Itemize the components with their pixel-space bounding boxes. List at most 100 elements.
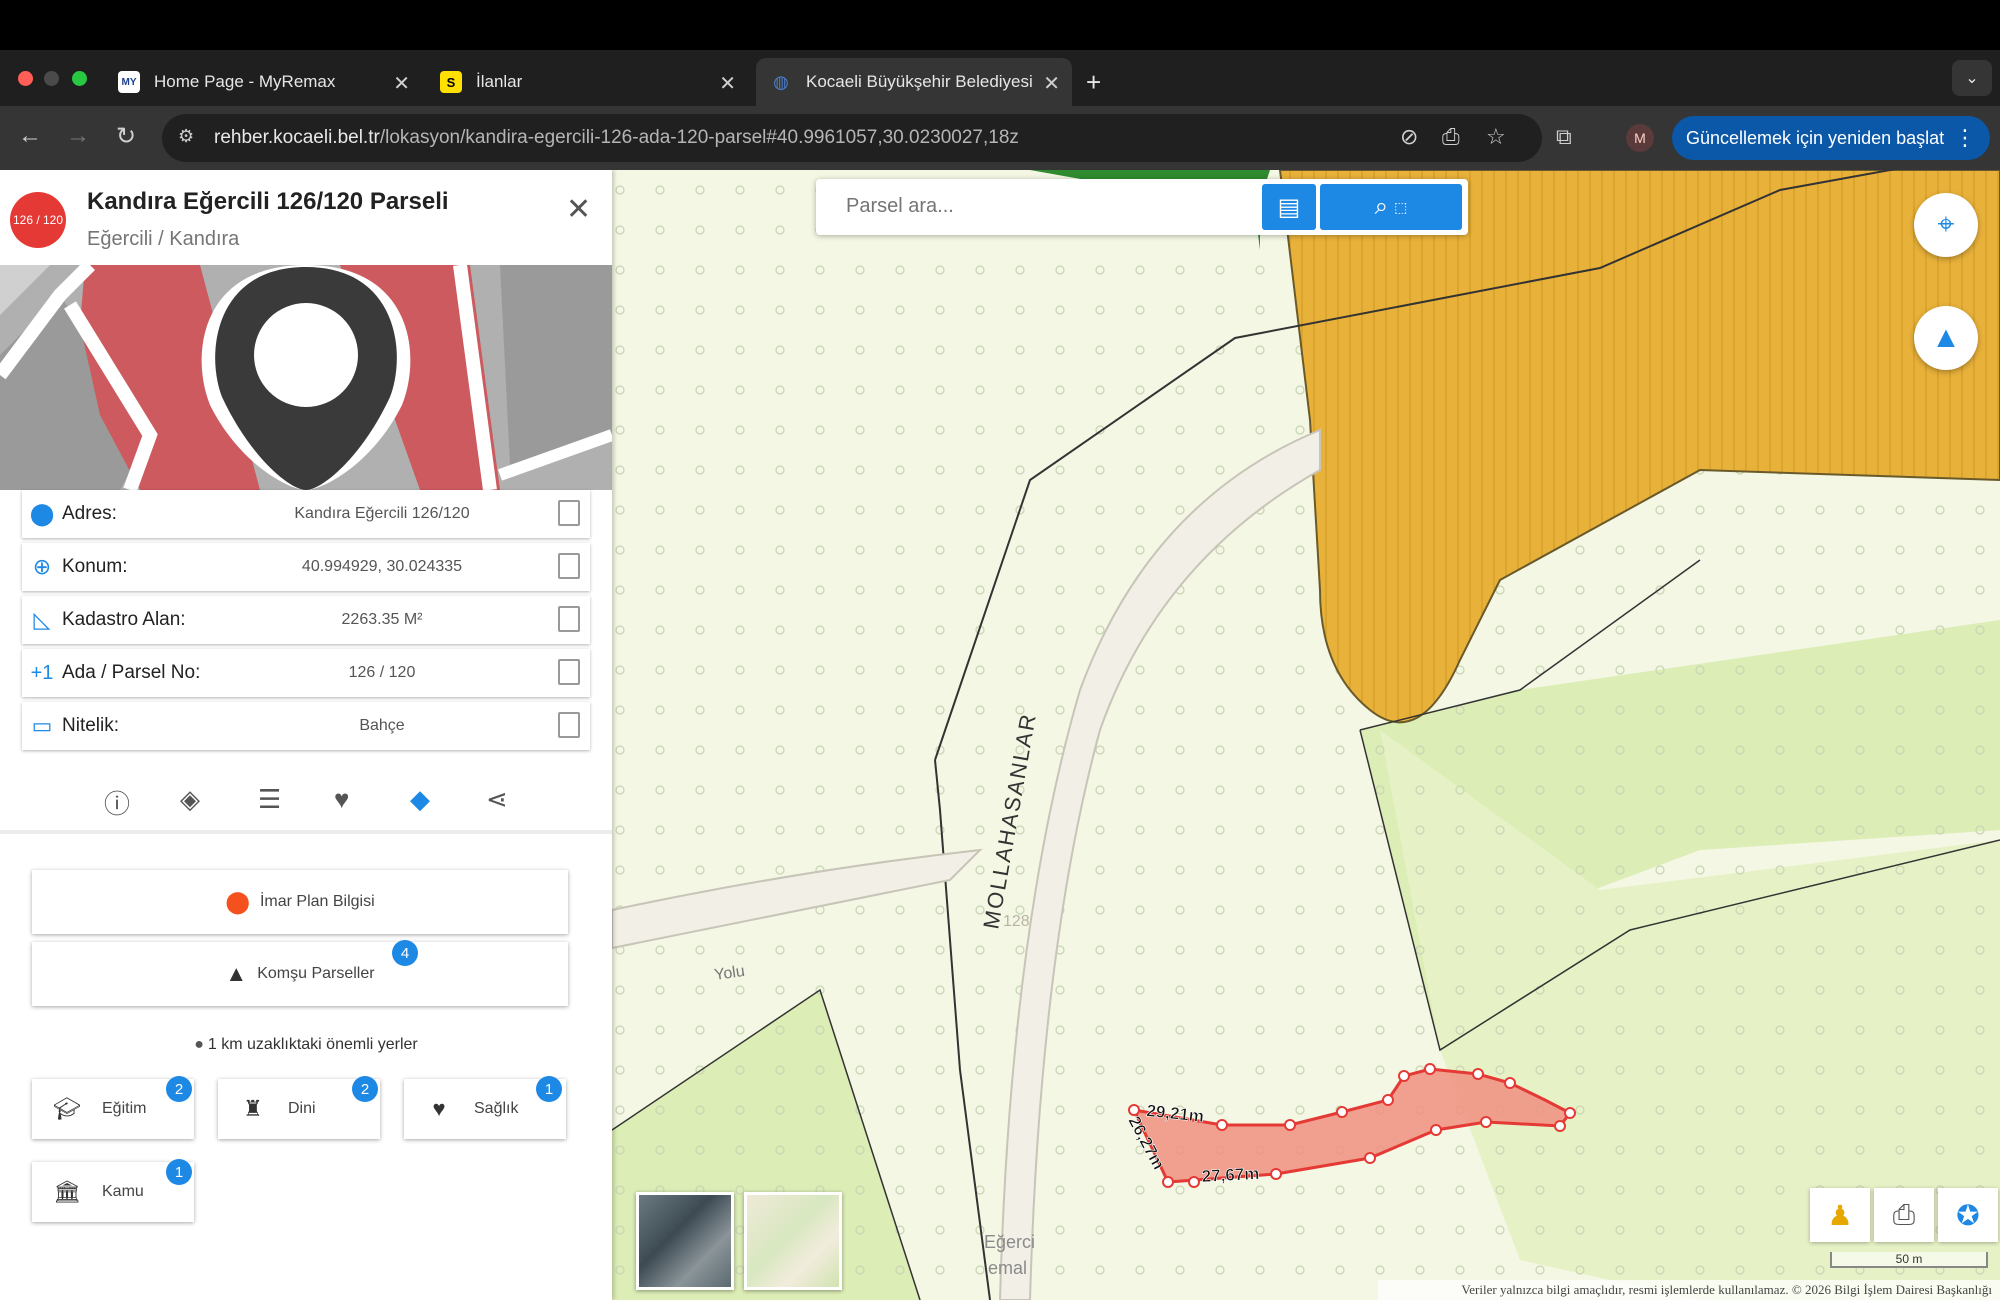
sahibinden-favicon-icon: S <box>440 71 462 93</box>
copy-icon[interactable] <box>558 606 580 632</box>
street-view-button[interactable]: ♟ <box>1810 1188 1870 1242</box>
neighbor-parcels-button[interactable]: ▲ Komşu Parseller <box>32 942 568 1006</box>
health-label: Sağlık <box>474 1100 519 1117</box>
globe-favicon-icon: ◍ <box>773 71 789 92</box>
religious-label: Dini <box>288 1100 316 1117</box>
parcel-info-panel: 126 / 120 Kandıra Eğercili 126/120 Parse… <box>0 170 612 1300</box>
print-button[interactable]: ⎙ <box>1874 1188 1934 1242</box>
favorite-heart-icon[interactable]: ♥ <box>334 784 349 815</box>
copy-icon[interactable] <box>558 553 580 579</box>
graduation-cap-icon: 🎓︎ <box>53 1096 81 1121</box>
nearby-title-text: 1 km uzaklıktaki önemli yerler <box>207 1036 418 1053</box>
location-pin-icon: ⬤ <box>29 501 55 526</box>
tab-ilanlar[interactable]: S İlanlar ✕ <box>428 58 748 106</box>
tab-close-icon[interactable]: ✕ <box>719 71 736 96</box>
install-app-icon[interactable]: ⎙ <box>1442 124 1460 150</box>
municipality-logo-button[interactable]: ✪ <box>1938 1188 1998 1242</box>
crosshair-icon: ⊕ <box>32 554 52 579</box>
religious-count-badge: 2 <box>352 1076 378 1102</box>
street-layer-thumbnail[interactable] <box>744 1192 842 1290</box>
scale-bar: 50 m <box>1830 1252 1988 1268</box>
share-icon[interactable]: ⋖ <box>486 784 508 815</box>
copy-icon[interactable] <box>558 659 580 685</box>
dimension-label-3: 27,67m <box>1201 1164 1260 1186</box>
parcel-no-label: Ada / Parsel No: <box>62 662 201 683</box>
copy-icon[interactable] <box>558 500 580 526</box>
parcel-no-value: 126 / 120 <box>348 664 416 681</box>
tab-search-button[interactable]: ⌄ <box>1952 60 1992 96</box>
tag-icon: ▭ <box>31 713 53 738</box>
parcel-title: Kandıra Eğercili 126/120 Parseli <box>87 188 449 215</box>
window-minimize-button[interactable] <box>44 71 59 86</box>
info-row-parcel-no: +1 Ada / Parsel No: 126 / 120 <box>22 649 590 697</box>
myremax-favicon-icon: MY <box>118 71 140 93</box>
url-host: rehber.kocaeli.bel.tr <box>214 127 380 148</box>
location-label: Konum: <box>62 556 128 577</box>
screen-top-bar <box>0 0 2000 50</box>
tracking-off-icon[interactable]: ⊘ <box>1400 124 1418 150</box>
orange-pin-icon: ⬤ <box>225 889 250 914</box>
info-row-area: ◺ Kadastro Alan: 2263.35 M² <box>22 596 590 644</box>
building-icon: 🏛︎ <box>53 1179 81 1204</box>
window-close-button[interactable] <box>18 71 33 86</box>
panel-divider <box>0 830 612 834</box>
search-button[interactable]: ⌕ ⬚ <box>1320 184 1462 230</box>
parcel-subtitle: Eğercili / Kandıra <box>87 228 240 250</box>
education-label: Eğitim <box>102 1100 147 1117</box>
tab-kocaeli[interactable]: ◍ Kocaeli Büyükşehir Belediyesi ✕ <box>756 58 1072 106</box>
tab-title: Home Page - MyRemax <box>154 72 336 91</box>
municipality-logo-icon: ✪ <box>1956 1199 1980 1231</box>
close-panel-icon[interactable]: ✕ <box>566 192 591 227</box>
tab-close-icon[interactable]: ✕ <box>393 71 410 96</box>
profile-avatar[interactable]: M <box>1626 124 1654 152</box>
nearby-places-title: ● 1 km uzaklıktaki önemli yerler <box>0 1036 612 1054</box>
window-maximize-button[interactable] <box>72 71 87 86</box>
address-bar[interactable]: ⚙ rehber.kocaeli.bel.tr/lokasyon/kandira… <box>162 114 1542 162</box>
printer-icon: ⎙ <box>1892 1198 1916 1230</box>
panel-actions: ⓘ ◈ ☰ ♥ ◆ ⋖ <box>0 770 612 830</box>
parcel-search-input[interactable] <box>846 195 1246 218</box>
search-icon: ⌕ <box>1374 193 1389 220</box>
update-restart-button[interactable]: Güncellemek için yeniden başlat ⋮ <box>1672 116 1990 160</box>
mosque-icon: ♜ <box>243 1096 263 1121</box>
more-menu-icon[interactable]: ⋮ <box>1954 125 1976 151</box>
url-path: /lokasyon/kandira-egercili-126-ada-120-p… <box>379 127 1019 148</box>
place-label-1: Eğerci <box>984 1232 1035 1252</box>
area-icon: ◺ <box>33 607 51 632</box>
location-value: 40.994929, 30.024335 <box>301 558 463 575</box>
info-row-address: ⬤ Adres: Kandıra Eğercili 126/120 <box>22 490 590 538</box>
details-list-icon[interactable]: ☰ <box>258 784 281 815</box>
tab-myremax[interactable]: MY Home Page - MyRemax ✕ <box>104 58 422 106</box>
back-arrow-icon[interactable]: ← <box>18 122 42 150</box>
quality-value: Bahçe <box>359 717 405 734</box>
plus-one-icon: +1 <box>30 661 54 684</box>
map-disclaimer: Veriler yalnızca bilgi amaçlıdır, resmi … <box>1378 1280 2000 1300</box>
extensions-icon[interactable]: ⧉ <box>1556 124 1572 150</box>
parcel-search-bar: ▤ ⌕⬚ <box>816 179 1468 235</box>
compass-button[interactable]: ▲ <box>1914 306 1978 370</box>
search-list-button[interactable]: ▤ <box>1262 184 1316 230</box>
info-row-quality: ▭ Nitelik: Bahçe <box>22 702 590 750</box>
public-count-badge: 1 <box>166 1159 192 1185</box>
my-location-button[interactable]: ⌖ <box>1914 193 1978 257</box>
imar-plan-label: İmar Plan Bilgisi <box>259 893 375 910</box>
new-tab-button[interactable]: + <box>1086 58 1106 106</box>
tab-title: Kocaeli Büyükşehir Belediyesi <box>806 72 1033 91</box>
forward-arrow-icon[interactable]: → <box>66 122 90 150</box>
parcel-number-label: 128 <box>1003 913 1030 930</box>
address-label: Adres: <box>62 503 117 524</box>
tab-close-icon[interactable]: ✕ <box>1043 71 1060 96</box>
satellite-layer-thumbnail[interactable] <box>636 1192 734 1290</box>
directions-icon[interactable]: ◈ <box>180 784 200 815</box>
copy-icon[interactable] <box>558 712 580 738</box>
bookmark-star-icon[interactable]: ☆ <box>1486 124 1506 150</box>
layers-icon[interactable]: ◆ <box>410 784 430 815</box>
imar-plan-button[interactable]: ⬤ İmar Plan Bilgisi <box>32 870 568 934</box>
reload-icon[interactable]: ↻ <box>116 122 136 151</box>
neighbor-parcels-label: Komşu Parseller <box>257 965 375 982</box>
panel-header: 126 / 120 Kandıra Eğercili 126/120 Parse… <box>0 170 612 265</box>
report-icon[interactable]: ⓘ <box>104 784 130 821</box>
site-settings-icon[interactable]: ⚙ <box>178 126 194 147</box>
list-search-icon: ▤ <box>1277 193 1301 221</box>
area-label: Kadastro Alan: <box>62 609 186 630</box>
